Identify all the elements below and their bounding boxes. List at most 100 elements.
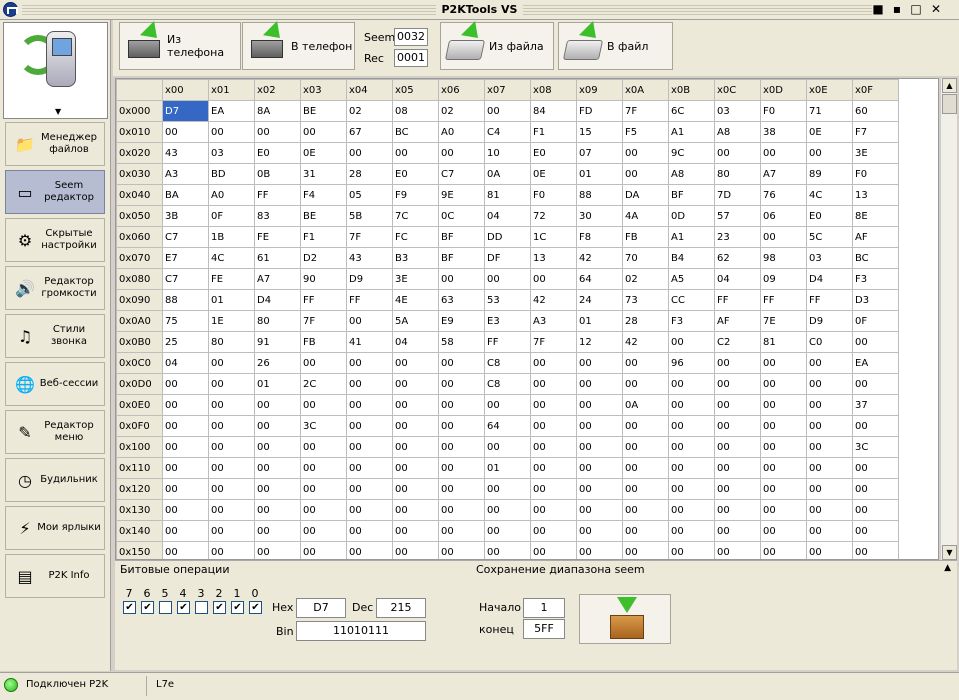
hex-cell[interactable]: A0 — [208, 184, 255, 206]
hex-cell[interactable]: 00 — [714, 478, 761, 500]
hex-cell[interactable]: E9 — [438, 310, 485, 332]
hex-cell[interactable]: 00 — [668, 541, 715, 559]
hex-cell[interactable]: 00 — [760, 499, 807, 521]
hex-cell[interactable]: 00 — [392, 394, 439, 416]
hex-cell[interactable]: 43 — [346, 247, 393, 269]
hex-cell[interactable]: 03 — [714, 100, 761, 122]
hex-cell[interactable]: 00 — [438, 436, 485, 458]
hex-cell[interactable]: 00 — [714, 520, 761, 542]
hex-cell[interactable]: 2C — [300, 373, 347, 395]
hex-cell[interactable]: E7 — [162, 247, 209, 269]
hex-cell[interactable]: 00 — [622, 163, 669, 185]
hex-cell[interactable]: 0A — [484, 163, 531, 185]
hex-cell[interactable]: 00 — [254, 436, 301, 458]
hex-cell[interactable]: 00 — [438, 352, 485, 374]
hex-cell[interactable]: 08 — [392, 100, 439, 122]
hex-cell[interactable]: 00 — [622, 352, 669, 374]
hex-cell[interactable]: 00 — [438, 499, 485, 521]
hex-cell[interactable]: 00 — [714, 394, 761, 416]
sidebar-item-7[interactable]: ◷ Будильник — [5, 458, 105, 502]
hex-cell[interactable]: 00 — [484, 436, 531, 458]
hex-cell[interactable]: D9 — [346, 268, 393, 290]
hex-cell[interactable]: 6C — [668, 100, 715, 122]
hex-cell[interactable]: 00 — [254, 541, 301, 559]
hex-cell[interactable]: 05 — [346, 184, 393, 206]
hex-cell[interactable]: 09 — [760, 268, 807, 290]
column-header[interactable]: x08 — [530, 79, 577, 101]
hex-cell[interactable]: 00 — [714, 499, 761, 521]
hex-cell[interactable]: 53 — [484, 289, 531, 311]
hex-cell[interactable]: 00 — [852, 457, 899, 479]
column-header[interactable]: x09 — [576, 79, 623, 101]
hex-cell[interactable]: 00 — [162, 436, 209, 458]
hex-cell[interactable]: 98 — [760, 247, 807, 269]
hex-cell[interactable]: 00 — [576, 373, 623, 395]
save-to-file-button[interactable]: В файл — [558, 20, 673, 70]
hex-cell[interactable]: 00 — [484, 520, 531, 542]
hex-cell[interactable]: 00 — [760, 478, 807, 500]
hex-cell[interactable]: 30 — [576, 205, 623, 227]
hex-cell[interactable]: 00 — [438, 415, 485, 437]
collapse-panel-icon[interactable]: ▲ — [944, 563, 951, 573]
hex-cell[interactable]: 00 — [806, 499, 853, 521]
hex-cell[interactable]: 02 — [346, 100, 393, 122]
hex-cell[interactable]: C4 — [484, 121, 531, 143]
hex-cell[interactable]: 04 — [392, 331, 439, 353]
hex-cell[interactable]: 00 — [668, 499, 715, 521]
hex-cell[interactable]: 7D — [714, 184, 761, 206]
hex-cell[interactable]: BF — [438, 247, 485, 269]
hex-cell[interactable]: 00 — [162, 499, 209, 521]
hex-cell[interactable]: EA — [852, 352, 899, 374]
hex-cell[interactable]: 62 — [714, 247, 761, 269]
hex-cell[interactable]: C0 — [806, 331, 853, 353]
hex-cell[interactable]: 7F — [346, 226, 393, 248]
hex-cell[interactable]: 00 — [438, 520, 485, 542]
phone-selector[interactable]: ▼ — [3, 22, 108, 119]
hex-cell[interactable]: 00 — [760, 541, 807, 559]
hex-cell[interactable]: A7 — [760, 163, 807, 185]
seem-hex-grid[interactable]: x00 x01 x02 x03 x04 x05 x06 x07 x08 x09 x0A x0B x0C x… — [115, 78, 939, 560]
hex-cell[interactable]: FF — [300, 289, 347, 311]
hex-cell[interactable]: 00 — [668, 331, 715, 353]
hex-cell[interactable]: 4C — [806, 184, 853, 206]
hex-cell[interactable]: E0 — [254, 142, 301, 164]
hex-cell[interactable]: 00 — [530, 436, 577, 458]
sidebar-item-8[interactable]: ⚡ Мои ярлыки — [5, 506, 105, 550]
hex-cell[interactable]: A1 — [668, 121, 715, 143]
hex-cell[interactable]: 00 — [392, 415, 439, 437]
column-header[interactable]: x04 — [346, 79, 393, 101]
hex-cell[interactable]: 91 — [254, 331, 301, 353]
hex-cell[interactable]: 00 — [484, 478, 531, 500]
hex-cell[interactable]: 00 — [438, 268, 485, 290]
load-from-file-button[interactable]: Из файла — [440, 20, 554, 70]
hex-cell[interactable]: 3C — [300, 415, 347, 437]
hex-cell[interactable]: 00 — [806, 478, 853, 500]
hex-cell[interactable]: 00 — [392, 436, 439, 458]
hex-cell[interactable]: 00 — [530, 541, 577, 559]
hex-cell[interactable]: 00 — [622, 373, 669, 395]
hex-cell[interactable]: 00 — [208, 457, 255, 479]
hex-cell[interactable]: A3 — [530, 310, 577, 332]
hex-cell[interactable]: 81 — [760, 331, 807, 353]
hex-cell[interactable]: B4 — [668, 247, 715, 269]
hex-cell[interactable]: 00 — [162, 520, 209, 542]
bit-checkbox[interactable] — [195, 601, 208, 614]
hex-cell[interactable]: 00 — [622, 541, 669, 559]
hex-cell[interactable]: 5B — [346, 205, 393, 227]
hex-cell[interactable]: 00 — [300, 352, 347, 374]
hex-cell[interactable]: 00 — [392, 541, 439, 559]
hex-cell[interactable]: 3C — [852, 436, 899, 458]
sidebar-item-9[interactable]: ▤ P2K Info — [5, 554, 105, 598]
hex-cell[interactable]: 80 — [714, 163, 761, 185]
hex-cell[interactable]: 80 — [208, 331, 255, 353]
hex-cell[interactable]: 01 — [576, 310, 623, 332]
hex-cell[interactable]: 00 — [162, 373, 209, 395]
hex-cell[interactable]: BF — [438, 226, 485, 248]
hex-cell[interactable]: 00 — [392, 457, 439, 479]
hex-cell[interactable]: 8E — [852, 205, 899, 227]
hex-cell[interactable]: 42 — [530, 289, 577, 311]
hex-cell[interactable]: FB — [300, 331, 347, 353]
hex-cell[interactable]: 00 — [530, 394, 577, 416]
hex-cell[interactable]: 42 — [622, 331, 669, 353]
hex-cell[interactable]: C7 — [162, 226, 209, 248]
